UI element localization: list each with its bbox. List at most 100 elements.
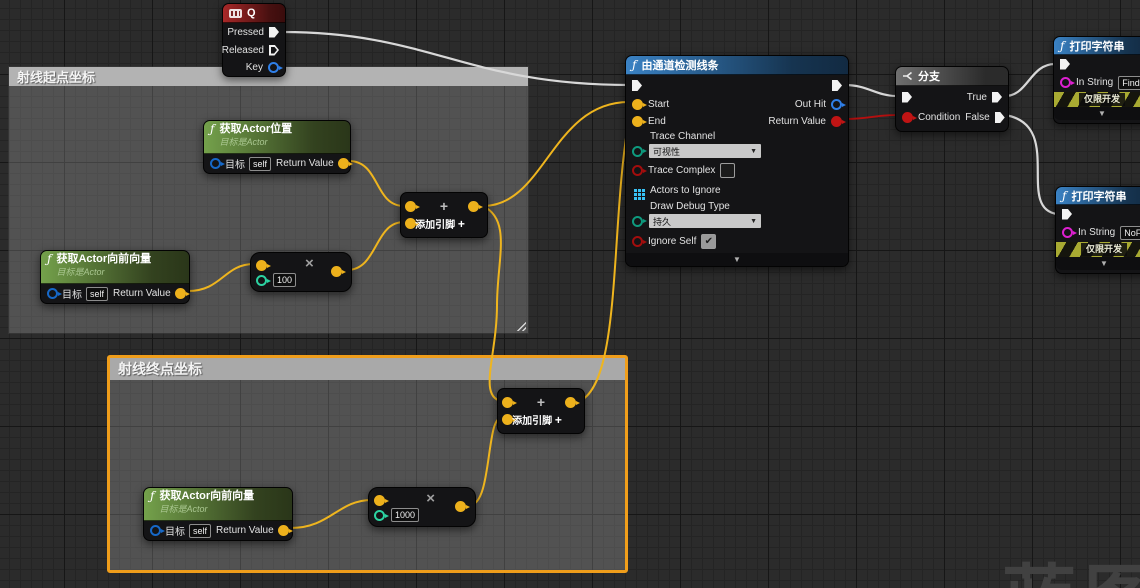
- true-label: True: [967, 92, 987, 103]
- return-value-pin[interactable]: [175, 288, 186, 299]
- target-value-box[interactable]: self: [86, 287, 108, 301]
- ignore-self-checkbox[interactable]: ✔: [701, 234, 716, 249]
- target-label: 目标: [225, 156, 245, 171]
- exec-in-pin[interactable]: [632, 80, 642, 91]
- node-collapse-button[interactable]: ▼: [626, 253, 848, 266]
- wire-bool-return-to-condition[interactable]: [845, 115, 897, 119]
- target-value-box[interactable]: self: [249, 157, 271, 171]
- wire-exec-false-to-print-b[interactable]: [1005, 115, 1057, 214]
- development-only-label: 仅限开发: [1081, 243, 1127, 256]
- node-add-a[interactable]: + 添加引脚 +: [400, 192, 488, 238]
- start-pin[interactable]: [632, 99, 643, 110]
- condition-label: Condition: [918, 112, 960, 123]
- return-value-pin[interactable]: [278, 525, 289, 536]
- trace-complex-pin[interactable]: [632, 165, 643, 176]
- in-string-pin[interactable]: [1060, 77, 1071, 88]
- node-title: 获取Actor向前向量: [56, 253, 151, 266]
- return-value-label: Return Value: [113, 288, 171, 299]
- wire-exec-pressed-to-trace[interactable]: [283, 32, 629, 85]
- target-pin[interactable]: [47, 288, 58, 299]
- target-label: 目标: [165, 523, 185, 538]
- node-branch[interactable]: 分支 True Condition False: [895, 66, 1009, 132]
- wire-vector-forward-a-to-multiply-a[interactable]: [188, 264, 254, 291]
- return-value-pin[interactable]: [831, 116, 842, 127]
- target-value-box[interactable]: self: [189, 524, 211, 538]
- condition-pin[interactable]: [902, 112, 913, 123]
- node-add-b[interactable]: + 添加引脚 +: [497, 388, 585, 434]
- exec-in-pin[interactable]: [1062, 209, 1072, 220]
- multiply-value-box[interactable]: 1000: [391, 508, 419, 522]
- multiply-input-a-pin[interactable]: [256, 260, 267, 271]
- end-pin[interactable]: [632, 116, 643, 127]
- pin-label-released: Released: [222, 45, 264, 56]
- node-title: 获取Actor位置: [219, 123, 292, 136]
- exec-in-pin[interactable]: [1060, 59, 1070, 70]
- node-subtitle: 目标是Actor: [219, 136, 292, 149]
- out-hit-pin[interactable]: [831, 99, 842, 110]
- key-struct-pin[interactable]: [268, 62, 279, 73]
- node-line-trace-by-channel[interactable]: ƒ 由通道检测线条 Start Out Hit End Return Value: [625, 55, 849, 267]
- in-string-value-box[interactable]: NoFind: [1120, 226, 1140, 240]
- multiply-input-b-pin[interactable]: [374, 510, 385, 521]
- plus-icon: +: [498, 395, 584, 409]
- exec-out-pin-false[interactable]: [995, 112, 1005, 123]
- node-collapse-button[interactable]: ▼: [1056, 257, 1140, 270]
- wire-vector-multiply-a-to-add-a[interactable]: [347, 222, 404, 270]
- trace-complex-checkbox[interactable]: [720, 163, 735, 178]
- function-icon: ƒ: [1060, 41, 1064, 51]
- multiply-input-a-pin[interactable]: [374, 495, 385, 506]
- add-pin-plus-icon[interactable]: +: [555, 413, 562, 427]
- add-pin-plus-icon[interactable]: +: [458, 217, 465, 231]
- development-only-label: 仅限开发: [1079, 93, 1125, 106]
- node-title: 打印字符串: [1069, 38, 1124, 54]
- add-pin-label[interactable]: 添加引脚 +: [498, 412, 576, 427]
- multiply-output-pin[interactable]: [331, 266, 342, 277]
- node-collapse-button[interactable]: ▼: [1054, 107, 1140, 120]
- in-string-pin[interactable]: [1062, 227, 1073, 238]
- return-value-label: Return Value: [216, 525, 274, 536]
- target-pin[interactable]: [210, 158, 221, 169]
- wire-exec-trace-to-branch[interactable]: [845, 85, 897, 96]
- draw-debug-type-pin[interactable]: [632, 216, 643, 227]
- multiply-value-box[interactable]: 100: [273, 273, 296, 287]
- wire-exec-true-to-print-a[interactable]: [1005, 64, 1055, 96]
- array-pin-icon[interactable]: [634, 189, 637, 192]
- node-get-actor-location[interactable]: ƒ 获取Actor位置 目标是Actor 目标 self Return Valu…: [203, 120, 351, 174]
- multiply-input-b-pin[interactable]: [256, 275, 267, 286]
- development-only-banner: 仅限开发: [1054, 92, 1140, 107]
- node-get-forward-vector-b[interactable]: ƒ 获取Actor向前向量 目标是Actor 目标 self Return Va…: [143, 487, 293, 541]
- blueprint-graph-canvas[interactable]: 蓝图 射线起点坐标 射线终点坐标 Q Pressed: [0, 0, 1140, 588]
- in-string-value-box[interactable]: Find: [1118, 76, 1140, 90]
- multiply-output-pin[interactable]: [455, 501, 466, 512]
- exec-out-pin-true[interactable]: [992, 92, 1002, 103]
- start-label: Start: [648, 99, 669, 110]
- exec-in-pin[interactable]: [902, 92, 912, 103]
- node-key-event-q[interactable]: Q Pressed Released Key: [222, 3, 286, 77]
- trace-channel-dropdown[interactable]: 可视性 ▼: [648, 143, 762, 159]
- actors-to-ignore-label: Actors to Ignore: [650, 185, 721, 196]
- node-title: 由通道检测线条: [641, 57, 718, 73]
- function-icon: ƒ: [47, 254, 51, 264]
- trace-channel-label: Trace Channel: [650, 131, 715, 142]
- node-multiply-1000[interactable]: × 1000: [368, 487, 476, 527]
- wire-vector-add-b-to-end[interactable]: [580, 119, 629, 401]
- wire-vector-forward-b-to-multiply-b[interactable]: [291, 500, 372, 528]
- node-get-forward-vector-a[interactable]: ƒ 获取Actor向前向量 目标是Actor 目标 self Return Va…: [40, 250, 190, 304]
- return-value-pin[interactable]: [338, 158, 349, 169]
- node-print-string-nofind[interactable]: ƒ 打印字符串 In String NoFind 仅限开发 ▼: [1055, 186, 1140, 274]
- wire-vector-add-a-to-start[interactable]: [483, 102, 629, 206]
- in-string-label: In String: [1078, 227, 1115, 238]
- exec-out-pin-released[interactable]: [269, 45, 279, 56]
- trace-channel-pin[interactable]: [632, 146, 643, 157]
- node-print-string-find[interactable]: ƒ 打印字符串 In String Find 仅限开发 ▼: [1053, 36, 1140, 124]
- wire-vector-location-to-add-a[interactable]: [349, 161, 404, 206]
- node-multiply-100[interactable]: × 100: [250, 252, 352, 292]
- plus-icon: +: [401, 199, 487, 213]
- exec-out-pin[interactable]: [832, 80, 842, 91]
- draw-debug-type-dropdown[interactable]: 持久 ▼: [648, 213, 762, 229]
- exec-out-pin-pressed[interactable]: [269, 27, 279, 38]
- target-pin[interactable]: [150, 525, 161, 536]
- ignore-self-pin[interactable]: [632, 236, 643, 247]
- function-icon: ƒ: [1062, 191, 1066, 201]
- add-pin-label[interactable]: 添加引脚 +: [401, 216, 479, 231]
